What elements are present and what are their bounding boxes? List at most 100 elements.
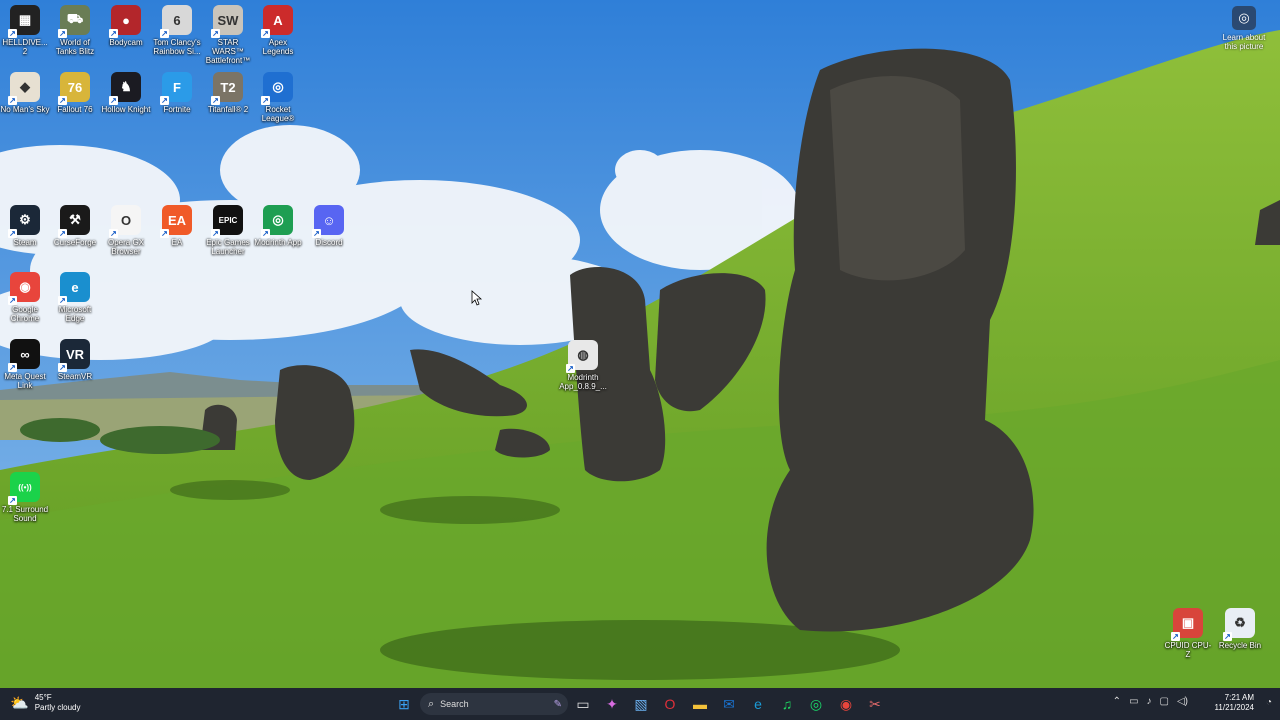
desktop-icon-modrinth-app-0-8-9[interactable]: ◍Modrinth App_0.8.9_... bbox=[558, 340, 608, 391]
microphone-icon[interactable]: ♪ bbox=[1147, 696, 1152, 707]
desktop-icon-label: Apex Legends bbox=[262, 38, 294, 56]
app-icon: EA bbox=[160, 205, 192, 238]
app-icon: T2 bbox=[211, 72, 243, 105]
app-icon: ♻ bbox=[1223, 608, 1255, 641]
clock[interactable]: 7:21 AM 11/21/2024 bbox=[1215, 693, 1254, 713]
desktop-icon-label: Epic Games Launcher bbox=[206, 238, 250, 256]
taskbar-spotify-button[interactable]: ♫ bbox=[775, 692, 799, 716]
network-icon[interactable]: ▭ bbox=[1129, 696, 1138, 707]
desktop-icon-steamvr[interactable]: VRSteamVR bbox=[50, 339, 100, 381]
app-icon: 6 bbox=[160, 5, 192, 38]
desktop-icon-recycle-bin[interactable]: ♻Recycle Bin bbox=[1215, 608, 1265, 650]
desktop-icon-epic-games-launcher[interactable]: EPICEpic Games Launcher bbox=[203, 205, 253, 256]
desktop-icon-star-wars-battlefront[interactable]: SWSTAR WARS™ Battlefront™ bbox=[203, 5, 253, 65]
desktop-icon-label: Hollow Knight bbox=[101, 105, 151, 114]
app-icon: F bbox=[160, 72, 192, 105]
desktop-icon-label: No Man's Sky bbox=[0, 105, 50, 114]
desktop-icon-modrinth-app[interactable]: ◎Modrinth App bbox=[253, 205, 303, 247]
search-highlight-icon: ✎ bbox=[553, 698, 562, 710]
desktop-icon-discord[interactable]: ☺Discord bbox=[304, 205, 354, 247]
notification-bell-icon[interactable]: ◔ bbox=[1266, 697, 1272, 708]
desktop-icon-curseforge[interactable]: ⚒CurseForge bbox=[50, 205, 100, 247]
taskbar-opera-gx-button[interactable]: O bbox=[658, 692, 682, 716]
desktop-icon-7-1-surround-sound[interactable]: ((•))7.1 Surround Sound bbox=[0, 472, 50, 523]
desktop-icon-label: Bodycam bbox=[109, 38, 143, 47]
app-icon: 76 bbox=[58, 72, 90, 105]
app-icon: ☺ bbox=[312, 205, 344, 238]
weather-widget[interactable]: ⛅ 45°F Partly cloudy bbox=[10, 693, 80, 713]
desktop-icon-label: Google Chrome bbox=[10, 305, 40, 323]
app-icon: ◍ bbox=[566, 340, 598, 373]
desktop-icon-label: STAR WARS™ Battlefront™ bbox=[205, 38, 251, 65]
taskbar-copilot-button[interactable]: ✦ bbox=[600, 692, 624, 716]
weather-temperature: 45°F bbox=[34, 693, 52, 702]
desktop-icon-label: Recycle Bin bbox=[1218, 641, 1262, 650]
desktop-icon-no-man-s-sky[interactable]: ◆No Man's Sky bbox=[0, 72, 50, 114]
learn-about-picture-button[interactable]: ◎ Learn about this picture bbox=[1216, 6, 1272, 51]
desktop-icon-microsoft-edge[interactable]: eMicrosoft Edge bbox=[50, 272, 100, 323]
taskbar: ⛅ 45°F Partly cloudy ⊞ ▭ ✦ ▧ O ▬ ✉ e ♫ ◎ ◉ ✂ ⌕ Sear… bbox=[0, 688, 1280, 720]
app-icon: ◆ bbox=[8, 72, 40, 105]
display-icon[interactable]: ▢ bbox=[1160, 696, 1169, 707]
search-icon: ⌕ bbox=[428, 697, 435, 710]
chevron-up-icon[interactable]: ⌃ bbox=[1113, 696, 1121, 707]
app-icon: ● bbox=[109, 5, 141, 38]
partly-cloudy-icon: ⛅ bbox=[10, 695, 29, 712]
learn-about-label: Learn about this picture bbox=[1222, 33, 1266, 51]
app-icon: e bbox=[58, 272, 90, 305]
desktop-icon-label: Titanfall® 2 bbox=[207, 105, 249, 114]
taskbar-chrome-button[interactable]: ◉ bbox=[834, 692, 858, 716]
desktop-icon-label: Fallout 76 bbox=[57, 105, 93, 114]
desktop-icon-steam[interactable]: ⚙Steam bbox=[0, 205, 50, 247]
desktop-icon-label: HELLDIVE... 2 bbox=[2, 38, 48, 56]
taskbar-file-explorer-button[interactable]: ▬ bbox=[688, 692, 712, 716]
desktop-icon-label: Opera GX Browser bbox=[107, 238, 144, 256]
desktop-icon-label: Tom Clancy's Rainbow Si... bbox=[153, 38, 201, 56]
volume-icon[interactable]: ◁) bbox=[1177, 696, 1188, 707]
desktop-icon-label: Steam bbox=[13, 238, 37, 247]
taskbar-modrinth-button[interactable]: ◎ bbox=[804, 692, 828, 716]
desktop-icon-meta-quest-link[interactable]: ∞Meta Quest Link bbox=[0, 339, 50, 390]
desktop-icon-label: World of Tanks Blitz bbox=[55, 38, 95, 56]
desktop-icon-label: CurseForge bbox=[53, 238, 97, 247]
app-icon: VR bbox=[58, 339, 90, 372]
desktop-icon-fallout-76[interactable]: 76Fallout 76 bbox=[50, 72, 100, 114]
camera-icon: ◎ bbox=[1232, 6, 1256, 30]
desktop-icon-label: Discord bbox=[315, 238, 343, 247]
taskbar-start-button[interactable]: ⊞ bbox=[392, 692, 416, 716]
desktop-icon-opera-gx-browser[interactable]: OOpera GX Browser bbox=[101, 205, 151, 256]
desktop-icon-hollow-knight[interactable]: ♞Hollow Knight bbox=[101, 72, 151, 114]
desktop-icon-label: Modrinth App bbox=[254, 238, 302, 247]
search-placeholder: Search bbox=[440, 699, 469, 709]
app-icon: ⛟ bbox=[58, 5, 90, 38]
desktop-icon-world-of-tanks-blitz[interactable]: ⛟World of Tanks Blitz bbox=[50, 5, 100, 56]
desktop-icon-ea[interactable]: EAEA bbox=[152, 205, 202, 247]
desktop-icon-helldive-2[interactable]: ▦HELLDIVE... 2 bbox=[0, 5, 50, 56]
taskbar-task-view-button[interactable]: ▭ bbox=[571, 692, 595, 716]
app-icon: SW bbox=[211, 5, 243, 38]
desktop-icon-titanfall-2[interactable]: T2Titanfall® 2 bbox=[203, 72, 253, 114]
desktop-icon-label: Fortnite bbox=[163, 105, 191, 114]
app-icon: O bbox=[109, 205, 141, 238]
desktop-icon-fortnite[interactable]: FFortnite bbox=[152, 72, 202, 114]
desktop-icon-google-chrome[interactable]: ◉Google Chrome bbox=[0, 272, 50, 323]
desktop-icon-cpuid-cpu-z[interactable]: ▣CPUID CPU-Z bbox=[1163, 608, 1213, 659]
app-icon: EPIC bbox=[211, 205, 243, 238]
taskbar-edge-button[interactable]: e bbox=[746, 692, 770, 716]
taskbar-snipping-tool-button[interactable]: ✂ bbox=[863, 692, 887, 716]
taskbar-photos-button[interactable]: ▧ bbox=[629, 692, 653, 716]
desktop-icon-label: Modrinth App_0.8.9_... bbox=[559, 373, 607, 391]
search-box[interactable]: ⌕ Search ✎ bbox=[420, 693, 568, 715]
weather-description: Partly cloudy bbox=[34, 703, 81, 712]
desktop-icon-bodycam[interactable]: ●Bodycam bbox=[101, 5, 151, 47]
desktop-icon-label: SteamVR bbox=[57, 372, 93, 381]
app-icon: ◎ bbox=[261, 205, 293, 238]
app-icon: ∞ bbox=[8, 339, 40, 372]
app-icon: ((•)) bbox=[8, 472, 40, 505]
desktop-icon-tom-clancy-s-rainbow-si[interactable]: 6Tom Clancy's Rainbow Si... bbox=[152, 5, 202, 56]
desktop-icon-rocket-league[interactable]: ◎Rocket League® bbox=[253, 72, 303, 123]
taskbar-outlook-button[interactable]: ✉ bbox=[717, 692, 741, 716]
app-icon: ◉ bbox=[8, 272, 40, 305]
desktop-icon-apex-legends[interactable]: AApex Legends bbox=[253, 5, 303, 56]
desktop-icon-label: CPUID CPU-Z bbox=[1164, 641, 1212, 659]
